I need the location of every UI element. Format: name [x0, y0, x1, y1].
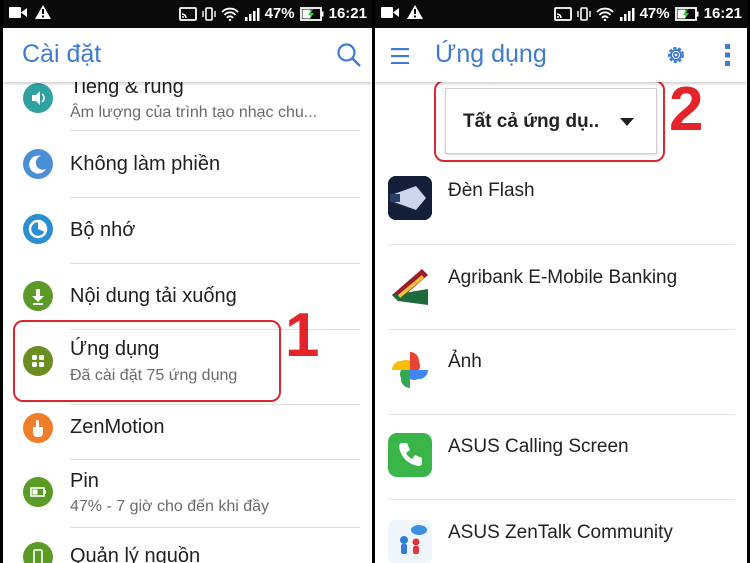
app-name: Ảnh	[448, 351, 482, 372]
photos-icon	[388, 348, 432, 392]
gear-icon[interactable]	[664, 43, 688, 67]
flashlight-icon	[388, 176, 432, 220]
status-bar: 47% 16:21	[375, 0, 747, 28]
warning-icon	[35, 5, 51, 19]
menu-icon[interactable]	[391, 48, 411, 64]
settings-screen: 47% 16:21 Cài đặt Tiếng & rung Âm lượng …	[3, 0, 372, 563]
wifi-icon	[220, 7, 239, 21]
signal-icon	[619, 7, 635, 21]
power-manage-icon	[23, 542, 53, 563]
settings-app-bar: Cài đặt	[3, 28, 372, 82]
settings-item-label: Pin	[70, 470, 99, 492]
agribank-icon	[388, 265, 432, 309]
download-icon	[23, 281, 53, 311]
zentalk-icon	[388, 520, 432, 563]
search-icon[interactable]	[336, 42, 362, 68]
page-title: Cài đặt	[22, 40, 102, 68]
app-item-asus-zentalk[interactable]: ASUS ZenTalk Community	[375, 500, 747, 563]
battery-charging-icon	[299, 6, 324, 21]
settings-item-sublabel: 47% - 7 giờ cho đến khi đầy	[70, 498, 270, 515]
settings-item-battery[interactable]: Pin 47% - 7 giờ cho đến khi đầy	[3, 460, 372, 526]
settings-item-label: ZenMotion	[70, 416, 165, 438]
app-item-flashlight[interactable]: Đèn Flash	[375, 160, 747, 246]
status-bar: 47% 16:21	[3, 0, 372, 28]
settings-item-storage[interactable]: Bộ nhớ	[3, 198, 372, 264]
apps-app-bar: Ứng dụng	[375, 28, 747, 82]
step-number-1: 1	[285, 301, 320, 370]
battery-percent: 47%	[639, 5, 670, 22]
video-icon	[381, 6, 399, 18]
apps-screen: 47% 16:21 Ứng dụng Tất cả ứng dụ.. 2 Đèn…	[375, 0, 747, 563]
settings-item-label: Bộ nhớ	[70, 219, 136, 241]
app-name: ASUS ZenTalk Community	[448, 522, 673, 543]
hand-icon	[23, 413, 53, 443]
settings-item-label: Không làm phiền	[70, 153, 221, 175]
wifi-icon	[595, 7, 614, 21]
vibrate-icon	[576, 6, 591, 21]
highlight-box-apps	[13, 320, 281, 402]
step-number-2: 2	[669, 75, 704, 144]
warning-icon	[407, 5, 423, 19]
signal-icon	[244, 7, 260, 21]
app-item-asus-calling-screen[interactable]: ASUS Calling Screen	[375, 415, 747, 501]
settings-item-power-management[interactable]: Quản lý nguồn	[3, 528, 372, 563]
app-item-photos[interactable]: Ảnh	[375, 330, 747, 416]
app-name: Đèn Flash	[448, 180, 535, 201]
volume-icon	[23, 83, 53, 113]
moon-icon	[23, 149, 53, 179]
more-options-icon[interactable]	[724, 43, 732, 67]
app-name: ASUS Calling Screen	[448, 436, 629, 457]
battery-percent: 47%	[264, 5, 295, 22]
phone-icon	[388, 433, 432, 477]
settings-item-label: Nội dung tải xuống	[70, 285, 237, 307]
settings-item-zenmotion[interactable]: ZenMotion	[3, 405, 372, 457]
battery-charging-icon	[674, 6, 699, 21]
settings-item-do-not-disturb[interactable]: Không làm phiền	[3, 131, 372, 197]
clock: 16:21	[328, 5, 367, 22]
page-title: Ứng dụng	[435, 40, 547, 68]
settings-item-label: Quản lý nguồn	[70, 545, 201, 563]
video-icon	[9, 6, 27, 18]
screen-cast-icon	[178, 6, 197, 21]
screen-cast-icon	[553, 6, 572, 21]
app-name: Agribank E-Mobile Banking	[448, 267, 678, 288]
battery-icon	[23, 477, 53, 507]
app-item-agribank[interactable]: Agribank E-Mobile Banking	[375, 245, 747, 331]
highlight-box-filter	[434, 80, 665, 162]
clock: 16:21	[703, 5, 742, 22]
storage-icon	[23, 214, 53, 244]
settings-item-sublabel: Âm lượng của trình tạo nhạc chu...	[70, 104, 318, 121]
vibrate-icon	[201, 6, 216, 21]
